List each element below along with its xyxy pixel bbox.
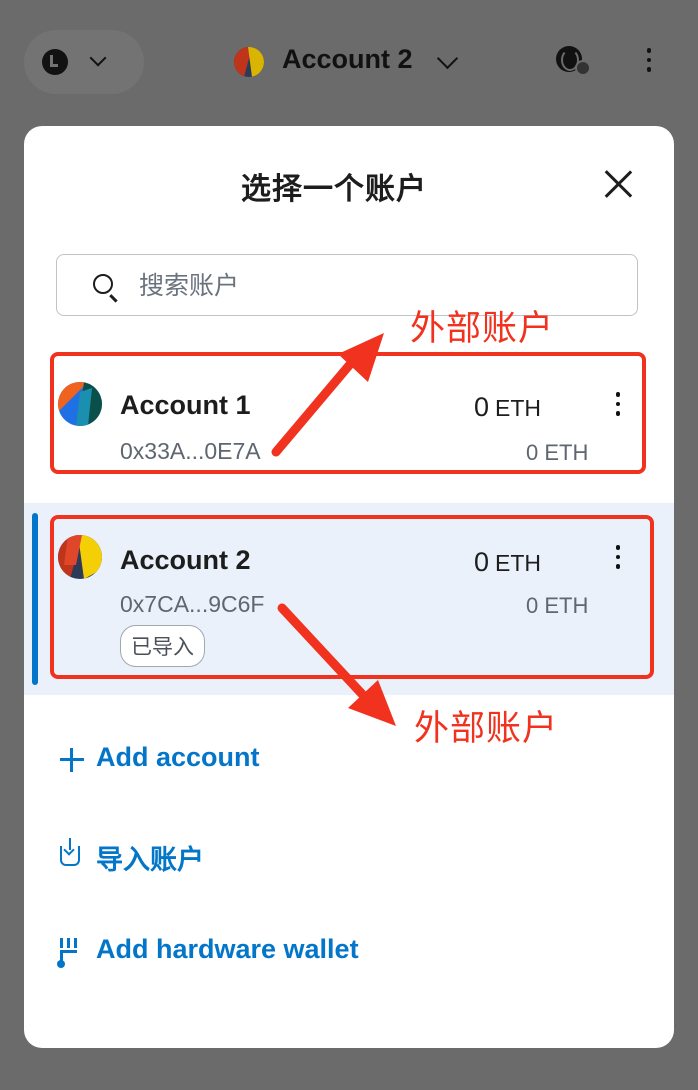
annotation-arrows	[271, 333, 396, 726]
annotation-arrow-1	[271, 357, 357, 457]
annotation-arrow-2	[277, 603, 367, 699]
